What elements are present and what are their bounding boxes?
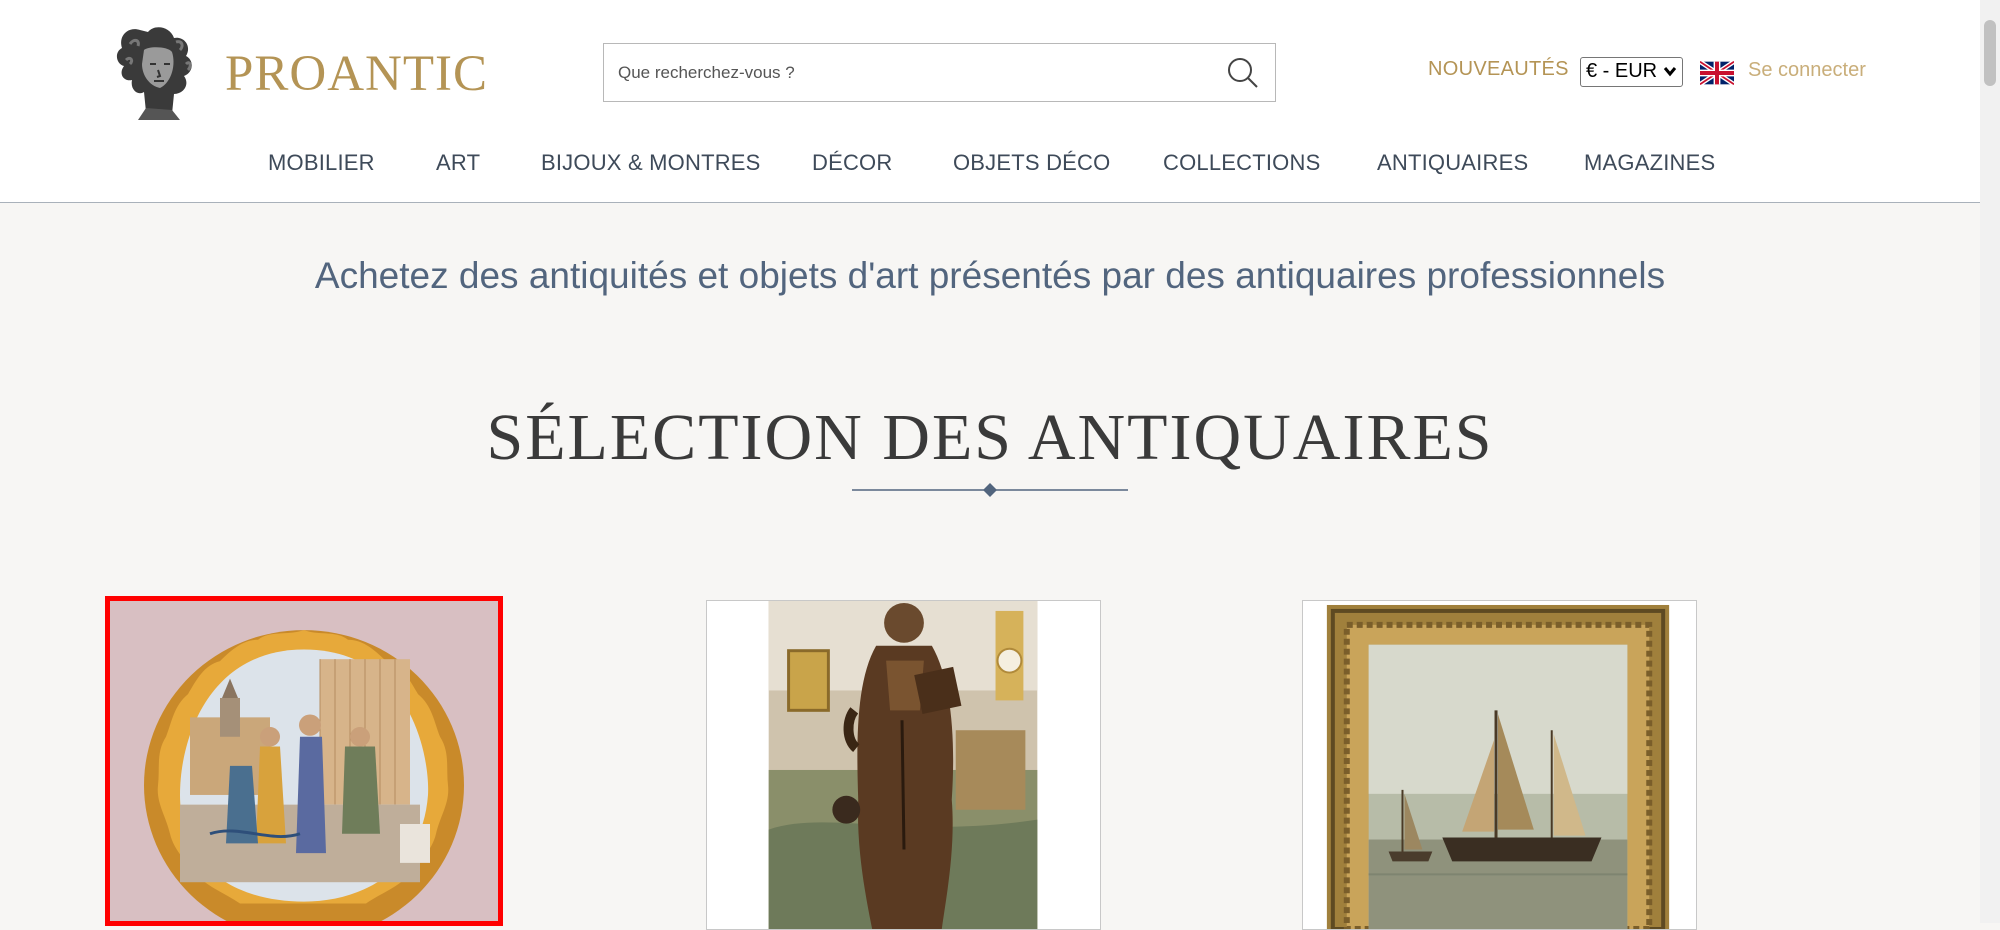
logo-bust-icon[interactable] xyxy=(110,20,208,122)
currency-select[interactable]: € - EUR xyxy=(1580,57,1683,87)
plate-image xyxy=(110,601,498,921)
painting-image xyxy=(1303,601,1696,929)
nouveautes-link[interactable]: NOUVEAUTÉS xyxy=(1428,58,1569,81)
product-card-painting[interactable] xyxy=(1302,600,1697,930)
search-input[interactable] xyxy=(616,44,1196,101)
logo-text[interactable]: PROANTIC xyxy=(225,44,488,104)
uk-flag-icon[interactable] xyxy=(1700,61,1734,85)
nav-item-mobilier[interactable]: MOBILIER xyxy=(268,150,375,176)
nav-item-collections[interactable]: COLLECTIONS xyxy=(1163,150,1320,176)
page-tagline: Achetez des antiquités et objets d'art p… xyxy=(314,255,1666,296)
currency-value: € - EUR xyxy=(1586,60,1658,82)
nav-item-decor[interactable]: DÉCOR xyxy=(812,150,892,176)
login-link[interactable]: Se connecter xyxy=(1748,59,1866,82)
nav-item-objets-deco[interactable]: OBJETS DÉCO xyxy=(953,150,1110,176)
scrollbar-thumb[interactable] xyxy=(1984,20,1996,86)
section-title: SÉLECTION DES ANTIQUAIRES xyxy=(486,401,1494,474)
search-box[interactable] xyxy=(603,43,1276,102)
statue-image xyxy=(707,601,1100,929)
nav-item-bijoux-montres[interactable]: BIJOUX & MONTRES xyxy=(541,150,761,176)
nav-item-antiquaires[interactable]: ANTIQUAIRES xyxy=(1377,150,1528,176)
page-scrollbar[interactable] xyxy=(1980,0,2000,923)
chevron-down-icon xyxy=(1663,67,1677,77)
site-header: PROANTIC NOUVEAUTÉS € - EUR Se connecter… xyxy=(0,0,1980,203)
product-card-statue[interactable] xyxy=(706,600,1101,930)
main-nav: MOBILIER ART BIJOUX & MONTRES DÉCOR OBJE… xyxy=(0,150,1980,180)
nav-item-art[interactable]: ART xyxy=(436,150,480,176)
search-icon[interactable] xyxy=(1225,55,1261,91)
divider-diamond-icon xyxy=(852,483,1128,497)
nav-item-magazines[interactable]: MAGAZINES xyxy=(1584,150,1715,176)
product-card-plate[interactable] xyxy=(105,596,503,926)
